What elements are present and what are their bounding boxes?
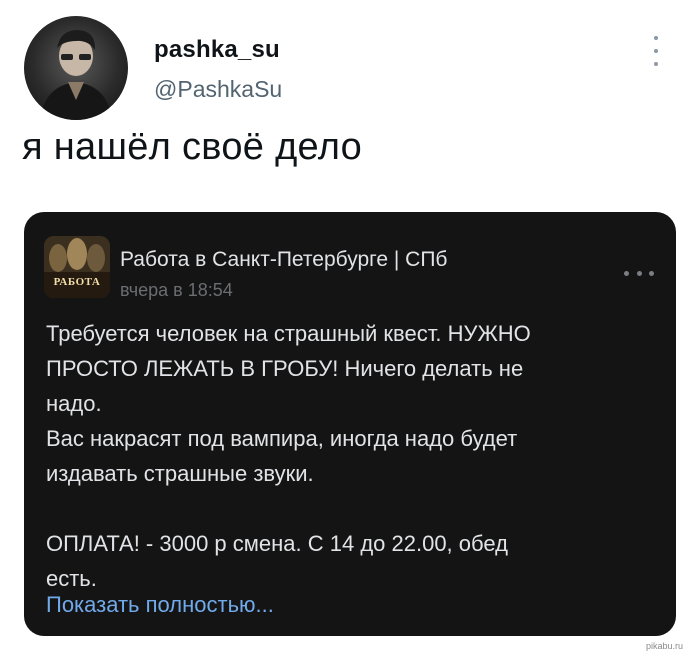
profile-avatar[interactable] <box>24 16 128 120</box>
post-line: надо. <box>46 391 102 416</box>
watermark: pikabu.ru <box>646 641 684 651</box>
post-line: ОПЛАТА! - 3000 р смена. С 14 до 22.00, о… <box>46 531 508 556</box>
group-avatar-label: РАБОТА <box>53 276 101 288</box>
post-line: ПРОСТО ЛЕЖАТЬ В ГРОБУ! Ничего делать не <box>46 356 524 381</box>
group-name[interactable]: Работа в Санкт-Петербурге | СПб <box>120 248 447 272</box>
group-avatar[interactable]: РАБОТА <box>44 236 110 298</box>
display-name[interactable]: pashka_su <box>154 36 280 64</box>
post-line: Вас накрасят под вампира, иногда надо бу… <box>46 426 518 451</box>
tweet-text: я нашёл своё дело <box>22 126 363 168</box>
post-line: издавать страшные звуки. <box>46 461 314 486</box>
post-body: Требуется человек на страшный квест. НУЖ… <box>46 316 656 596</box>
user-handle[interactable]: @PashkaSu <box>154 76 282 103</box>
post-more-icon[interactable] <box>624 270 654 276</box>
post-line: Требуется человек на страшный квест. НУЖ… <box>46 321 531 346</box>
show-more-link[interactable]: Показать полностью... <box>46 592 274 618</box>
group-logo-icon <box>44 236 110 298</box>
embedded-post-card: РАБОТА Работа в Санкт-Петербурге | СПб в… <box>24 212 676 636</box>
more-options-icon[interactable] <box>646 36 666 66</box>
person-silhouette-icon <box>40 30 112 120</box>
post-timestamp: вчера в 18:54 <box>120 280 233 300</box>
post-line: есть. <box>46 566 97 591</box>
